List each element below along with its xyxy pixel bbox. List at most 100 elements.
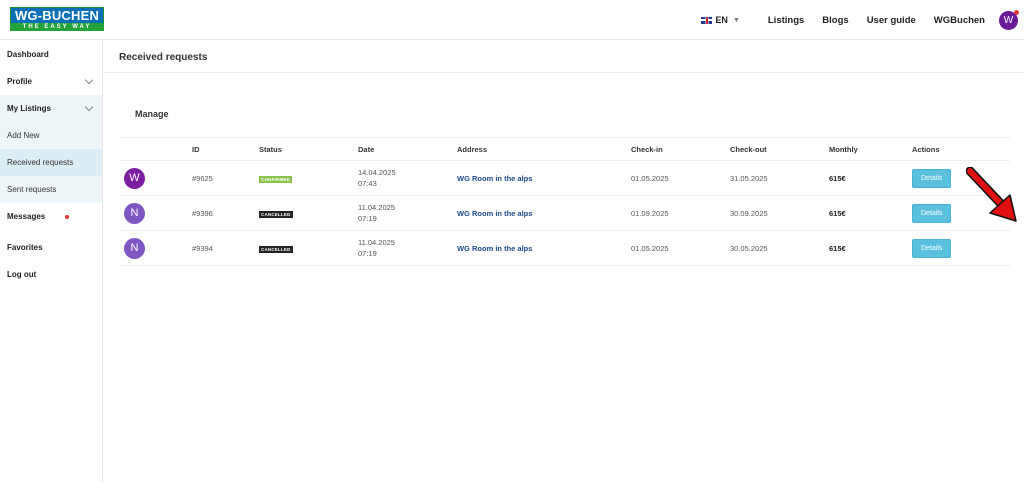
- check-out-date: 31.05.2025: [730, 160, 829, 196]
- check-in-date: 01.05.2025: [631, 230, 730, 266]
- page-title: Received requests: [119, 52, 208, 63]
- details-button[interactable]: Details: [912, 203, 952, 223]
- avatar-cell: N: [120, 230, 192, 266]
- chevron-down-icon: ▼: [732, 16, 740, 24]
- status-badge: CANCELLED: [259, 245, 293, 253]
- address-link[interactable]: WG Room in the alps: [457, 209, 532, 218]
- status-badge: CANCELLED: [259, 210, 293, 218]
- check-out-date: 30.09.2025: [730, 195, 829, 231]
- request-id: #9625: [192, 160, 259, 196]
- chevron-down-icon: [84, 102, 94, 112]
- column-header-address: Address: [457, 137, 631, 161]
- check-in-date: 01.09.2025: [631, 195, 730, 231]
- sidebar-item-label: My Listings: [7, 104, 52, 113]
- nav-listings-link[interactable]: Listings: [768, 15, 804, 26]
- request-date: 14.04.2025: [358, 168, 396, 177]
- requester-avatar-letter: N: [130, 242, 139, 254]
- request-id: #9394: [192, 230, 259, 266]
- logo-title: WG-BUCHEN: [10, 7, 104, 23]
- address-cell: WG Room in the alps: [457, 230, 631, 266]
- address-cell: WG Room in the alps: [457, 160, 631, 196]
- nav-wgbuchen-link[interactable]: WGBuchen: [934, 15, 985, 26]
- wg-buchen-logo[interactable]: WG-BUCHEN THE EASY WAY: [10, 7, 104, 31]
- sidebar-item-label: Add New: [7, 131, 40, 140]
- column-header-status: Status: [259, 137, 358, 161]
- sidebar-item-label: Log out: [7, 270, 37, 279]
- date-cell: 14.04.2025 07:43: [358, 160, 457, 196]
- sidebar-item-sent-requests[interactable]: Sent requests: [0, 176, 102, 203]
- nav-user-guide-link[interactable]: User guide: [867, 15, 916, 26]
- sidebar-item-label: Profile: [7, 77, 32, 86]
- uk-flag-icon: [701, 16, 713, 24]
- sidebar-item-add-new[interactable]: Add New: [0, 122, 102, 149]
- column-header-check-in: Check-in: [631, 137, 730, 161]
- address-cell: WG Room in the alps: [457, 195, 631, 231]
- requester-avatar[interactable]: N: [124, 202, 145, 224]
- column-header-monthly: Monthly: [829, 137, 912, 161]
- sidebar-item-label: Messages: [7, 212, 46, 221]
- user-avatar-letter: W: [1003, 14, 1014, 26]
- notification-dot: [1014, 9, 1019, 15]
- status-cell: CANCELLED: [259, 230, 358, 266]
- sidebar-item-my-listings[interactable]: My Listings: [0, 95, 102, 122]
- column-header-date: Date: [358, 137, 457, 161]
- chevron-down-icon: [84, 75, 94, 85]
- column-header-check-out: Check-out: [730, 137, 829, 161]
- nav-blogs-link[interactable]: Blogs: [822, 15, 848, 26]
- status-cell: CONFIRMED: [259, 160, 358, 196]
- requester-avatar-letter: W: [129, 172, 140, 184]
- avatar-cell: W: [120, 160, 192, 196]
- sidebar-item-received-requests[interactable]: Received requests: [0, 149, 102, 176]
- requester-avatar[interactable]: N: [124, 237, 145, 259]
- request-time: 07:19: [358, 249, 377, 258]
- request-time: 07:43: [358, 179, 377, 188]
- column-header-id: ID: [192, 137, 259, 161]
- avatar-cell: N: [120, 195, 192, 231]
- sidebar-item-label: Favorites: [7, 243, 43, 252]
- date-cell: 11.04.2025 07:19: [358, 230, 457, 266]
- divider: [104, 72, 1024, 73]
- details-button[interactable]: Details: [912, 168, 952, 188]
- sidebar: Dashboard Profile My Listings Add New Re…: [0, 41, 103, 483]
- sidebar-item-messages[interactable]: Messages: [0, 203, 102, 230]
- request-id: #9396: [192, 195, 259, 231]
- requester-avatar[interactable]: W: [124, 167, 145, 189]
- monthly-price-cell: 615€: [829, 160, 912, 196]
- actions-cell: Details: [912, 230, 1010, 266]
- logo-tagline: THE EASY WAY: [10, 23, 104, 31]
- sidebar-item-dashboard[interactable]: Dashboard: [0, 41, 102, 68]
- date-cell: 11.04.2025 07:19: [358, 195, 457, 231]
- section-title: Manage: [135, 109, 169, 119]
- sidebar-item-label: Received requests: [7, 158, 74, 167]
- monthly-price-cell: 615€: [829, 230, 912, 266]
- requests-table: ID Status Date Address Check-in Check-ou…: [120, 137, 1010, 266]
- sidebar-item-label: Sent requests: [7, 185, 57, 194]
- request-time: 07:19: [358, 214, 377, 223]
- sidebar-item-log-out[interactable]: Log out: [0, 261, 102, 288]
- column-header-avatar: [120, 137, 192, 161]
- sidebar-item-favorites[interactable]: Favorites: [0, 234, 102, 261]
- unread-dot: [65, 214, 70, 219]
- check-in-date: 01.05.2025: [631, 160, 730, 196]
- check-out-date: 30.05.2025: [730, 230, 829, 266]
- status-cell: CANCELLED: [259, 195, 358, 231]
- column-header-actions: Actions: [912, 137, 1010, 161]
- table-row: N #9394 CANCELLED 11.04.2025 07:19 WG Room in…: [120, 230, 1010, 266]
- red-arrow-annotation: [966, 167, 1017, 222]
- table-row: W #9625 CONFIRMED 14.04.2025 07:43 WG Room in…: [120, 160, 1010, 196]
- language-label: EN: [715, 15, 728, 25]
- sidebar-item-profile[interactable]: Profile: [0, 68, 102, 95]
- monthly-price: 615€: [829, 243, 846, 253]
- address-link[interactable]: WG Room in the alps: [457, 244, 532, 253]
- main-content: Received requests Manage ID Status Date …: [104, 41, 1024, 483]
- request-date: 11.04.2025: [358, 203, 395, 212]
- monthly-price: 615€: [829, 173, 846, 183]
- address-link[interactable]: WG Room in the alps: [457, 174, 532, 183]
- details-button[interactable]: Details: [912, 238, 952, 258]
- request-date: 11.04.2025: [358, 238, 395, 247]
- language-selector[interactable]: EN ▼: [701, 15, 740, 25]
- table-row: N #9396 CANCELLED 11.04.2025 07:19 WG Room in…: [120, 195, 1010, 231]
- monthly-price: 615€: [829, 208, 846, 218]
- sidebar-item-label: Dashboard: [7, 50, 49, 59]
- user-avatar[interactable]: W: [999, 9, 1019, 30]
